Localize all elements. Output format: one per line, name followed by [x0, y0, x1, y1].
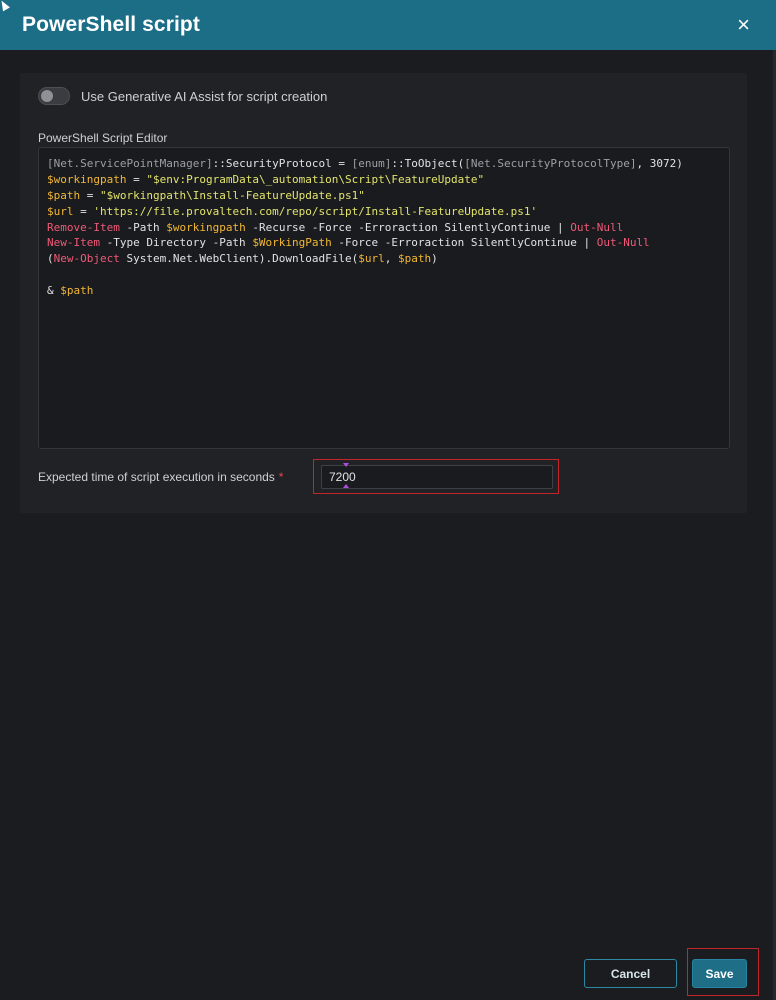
- code-token: "$env:ProgramData\_automation\Script\Fea…: [146, 172, 485, 186]
- code-token: Out-Null: [596, 236, 650, 250]
- code-token: &: [47, 284, 61, 298]
- code-token: System.Net.WebClient).DownloadFile(: [119, 252, 359, 266]
- code-line: Remove-Item -Path $workingpath -Recurse …: [47, 220, 729, 236]
- code-line: & $path: [47, 283, 729, 299]
- code-token: $path: [60, 284, 94, 298]
- execution-time-input[interactable]: [321, 465, 553, 489]
- execution-time-label: Expected time of script execution in sec…: [38, 470, 283, 484]
- code-token: -Force -Erroraction SilentlyContinue |: [331, 236, 597, 250]
- code-line: $url = 'https://file.provaltech.com/repo…: [47, 204, 729, 220]
- code-token: "$workingpath\Install-FeatureUpdate.ps1": [100, 188, 365, 202]
- required-marker: *: [278, 470, 284, 484]
- code-token: -Recurse -Force -Erroraction SilentlyCon…: [245, 220, 571, 234]
- code-token: (: [47, 252, 54, 266]
- code-token: [enum]: [351, 157, 392, 170]
- code-token: $path: [47, 188, 81, 202]
- script-editor[interactable]: [Net.ServicePointManager]::SecurityProto…: [38, 147, 730, 449]
- ai-assist-toggle[interactable]: [38, 87, 70, 105]
- code-token: 'https://file.provaltech.com/repo/script…: [93, 204, 538, 218]
- toggle-knob: [41, 90, 53, 102]
- code-line: $path = "$workingpath\Install-FeatureUpd…: [47, 188, 729, 204]
- dialog-title: PowerShell script: [22, 13, 200, 36]
- code-token: Out-Null: [570, 220, 624, 234]
- code-line: [Net.ServicePointManager]::SecurityProto…: [47, 156, 729, 172]
- ai-assist-label: Use Generative AI Assist for script crea…: [81, 88, 328, 104]
- code-line: $workingpath = "$env:ProgramData\_automa…: [47, 172, 729, 188]
- code-token: $path: [398, 252, 432, 266]
- execution-time-label-text: Expected time of script execution in sec…: [38, 470, 275, 484]
- code-token: , 3072): [636, 157, 683, 170]
- text-cursor-top-icon: [343, 463, 349, 467]
- code-token: ,: [384, 252, 399, 266]
- dialog-header: PowerShell script ×: [0, 0, 776, 50]
- code-token: $workingpath: [47, 172, 127, 186]
- code-token: New-Object: [53, 252, 120, 266]
- code-token: $url: [47, 204, 74, 218]
- save-button[interactable]: Save: [692, 959, 747, 988]
- code-token: -Type: [99, 236, 147, 250]
- code-token: [Net.ServicePointManager]: [47, 157, 213, 170]
- code-token: $workingpath: [166, 220, 246, 234]
- code-token: $url: [358, 252, 385, 266]
- code-token: [Net.SecurityProtocolType]: [464, 157, 637, 170]
- close-icon[interactable]: ×: [733, 12, 754, 38]
- code-token: $WorkingPath: [252, 236, 332, 250]
- code-token: -Path: [119, 220, 167, 234]
- code-token: =: [126, 172, 147, 186]
- code-line: New-Item -Type Directory -Path $WorkingP…: [47, 235, 729, 251]
- code-token: ::SecurityProtocol =: [212, 157, 352, 170]
- ai-assist-row: Use Generative AI Assist for script crea…: [38, 87, 327, 105]
- code-token: ::ToObject(: [391, 157, 465, 170]
- code-token: Directory -Path: [146, 236, 253, 250]
- code-token: ): [431, 252, 438, 266]
- code-line: (New-Object System.Net.WebClient).Downlo…: [47, 251, 729, 267]
- code-token: Remove-Item: [47, 220, 120, 234]
- text-cursor-bottom-icon: [343, 484, 349, 488]
- script-panel: Use Generative AI Assist for script crea…: [20, 73, 747, 513]
- cancel-button[interactable]: Cancel: [584, 959, 677, 988]
- editor-label: PowerShell Script Editor: [38, 131, 168, 145]
- code-token: =: [73, 204, 94, 218]
- code-token: =: [80, 188, 100, 202]
- code-token: New-Item: [47, 236, 100, 250]
